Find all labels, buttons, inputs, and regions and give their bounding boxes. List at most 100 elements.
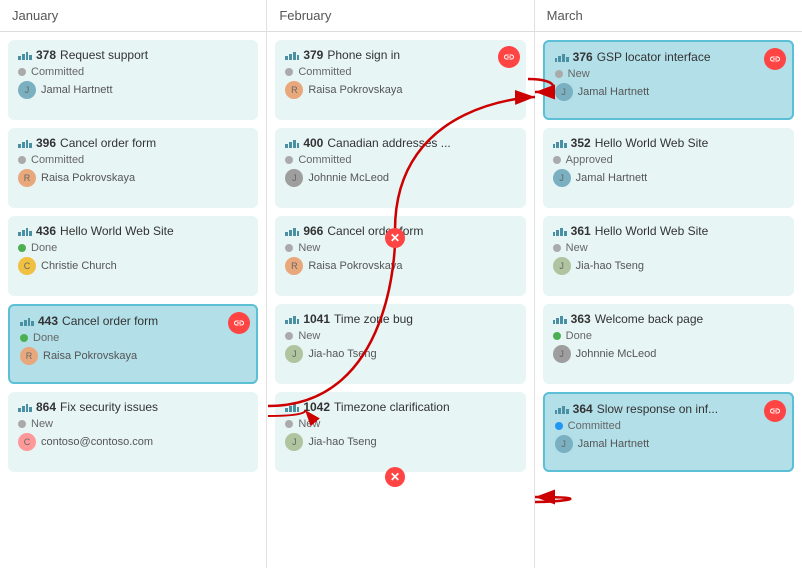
- card-title-row-363: 363Welcome back page: [553, 312, 784, 326]
- card-title-row-864: 864 Fix security issues: [18, 400, 248, 414]
- card-status: New: [18, 418, 248, 430]
- status-text: Done: [33, 332, 59, 344]
- card-user: CChristie Church: [18, 257, 248, 275]
- status-dot: [18, 156, 26, 164]
- link-badge[interactable]: [498, 46, 520, 68]
- card-status: New: [553, 242, 784, 254]
- bar-chart-icon: [18, 226, 32, 236]
- bar-chart-icon: [285, 50, 299, 60]
- card-title: Hello World Web Site: [595, 136, 709, 150]
- card-title: Timezone clarification: [334, 400, 450, 414]
- user-name: Raisa Pokrovskaya: [41, 172, 135, 184]
- card-436[interactable]: 436Hello World Web Site Done CChristie Chu…: [8, 216, 258, 296]
- cross-badge-1[interactable]: ✕: [385, 228, 405, 248]
- bar-chart-icon: [285, 314, 299, 324]
- card-966[interactable]: 966Cancel order formNewRRaisa Pokrovskay…: [275, 216, 525, 296]
- status-dot: [18, 68, 26, 76]
- card-title-row-361: 361 Hello World Web Site: [553, 224, 784, 238]
- link-badge[interactable]: [228, 312, 250, 334]
- card-id: 396: [36, 136, 56, 150]
- avatar: R: [285, 81, 303, 99]
- card-user: JJia-hao Tseng: [285, 345, 515, 363]
- column-january: January378Request supportCommittedJJamal…: [0, 0, 267, 568]
- status-dot: [553, 156, 561, 164]
- status-text: Committed: [31, 66, 84, 78]
- user-name: Jamal Hartnett: [578, 438, 650, 450]
- user-name: Jamal Hartnett: [41, 84, 113, 96]
- avatar: J: [553, 169, 571, 187]
- card-status: Committed: [285, 154, 515, 166]
- card-id: 352: [571, 136, 591, 150]
- status-text: New: [566, 242, 588, 254]
- card-user: JJamal Hartnett: [555, 83, 782, 101]
- card-title: Request support: [60, 48, 148, 62]
- status-dot: [553, 332, 561, 340]
- link-badge[interactable]: [764, 400, 786, 422]
- card-title: Cancel order form: [62, 314, 158, 328]
- status-text: Done: [31, 242, 57, 254]
- card-title-row-352: 352 Hello World Web Site: [553, 136, 784, 150]
- card-1042[interactable]: 1042Timezone clarificationNewJJia-hao Ts…: [275, 392, 525, 472]
- card-378[interactable]: 378Request supportCommittedJJamal Hartne…: [8, 40, 258, 120]
- avatar: J: [555, 83, 573, 101]
- card-user: JJohnnie McLeod: [553, 345, 784, 363]
- card-id: 864: [36, 400, 56, 414]
- cross-badge-2[interactable]: ✕: [385, 467, 405, 487]
- card-364[interactable]: 364 Slow response on inf... Committed JJama…: [543, 392, 794, 472]
- card-443[interactable]: 443Cancel order formDoneRRaisa Pokrovska…: [8, 304, 258, 384]
- card-title-row-436: 436Hello World Web Site: [18, 224, 248, 238]
- card-title: Cancel order form: [60, 136, 156, 150]
- status-text: Approved: [566, 154, 613, 166]
- card-id: 376: [573, 50, 593, 64]
- card-352[interactable]: 352 Hello World Web Site Approved J Jamal Ha…: [543, 128, 794, 208]
- card-user: Ccontoso@contoso.com: [18, 433, 248, 451]
- bar-chart-icon: [18, 402, 32, 412]
- card-title: Fix security issues: [60, 400, 158, 414]
- card-id: 361: [571, 224, 591, 238]
- user-name: Jamal Hartnett: [576, 172, 648, 184]
- card-400[interactable]: 400Canadian addresses ... Committed JJohnn…: [275, 128, 525, 208]
- card-363[interactable]: 363Welcome back pageDoneJJohnnie McLeod: [543, 304, 794, 384]
- user-name: Christie Church: [41, 260, 117, 272]
- card-title-row-400: 400Canadian addresses ...: [285, 136, 515, 150]
- card-376[interactable]: 376GSP locator interfaceNewJJamal Hartne…: [543, 40, 794, 120]
- card-title: Welcome back page: [595, 312, 704, 326]
- link-badge[interactable]: [764, 48, 786, 70]
- status-dot: [285, 68, 293, 76]
- card-id: 364: [573, 402, 593, 416]
- bar-chart-icon: [285, 138, 299, 148]
- user-name: Jia-hao Tseng: [308, 348, 376, 360]
- user-name: Raisa Pokrovskaya: [43, 350, 137, 362]
- card-379[interactable]: 379Phone sign in Committed R Raisa Pokrovsk…: [275, 40, 525, 120]
- cards-area-january: 378Request supportCommittedJJamal Hartne…: [0, 32, 266, 568]
- card-user: JJamal Hartnett: [555, 435, 782, 453]
- status-text: New: [298, 242, 320, 254]
- card-user: JJohnnie McLeod: [285, 169, 515, 187]
- avatar: J: [553, 257, 571, 275]
- card-user: R Raisa Pokrovskaya: [285, 81, 515, 99]
- user-name: Raisa Pokrovskaya: [308, 84, 402, 96]
- bar-chart-icon: [553, 138, 567, 148]
- card-status: Committed: [555, 420, 782, 432]
- card-status: Committed: [18, 66, 248, 78]
- card-864[interactable]: 864 Fix security issues New Ccontoso@contos…: [8, 392, 258, 472]
- card-396[interactable]: 396Cancel order formCommittedRRaisa Pokr…: [8, 128, 258, 208]
- status-dot: [553, 244, 561, 252]
- card-user: JJamal Hartnett: [18, 81, 248, 99]
- bar-chart-icon: [555, 52, 569, 62]
- avatar: C: [18, 433, 36, 451]
- bar-chart-icon: [555, 404, 569, 414]
- card-title: Hello World Web Site: [595, 224, 709, 238]
- bar-chart-icon: [18, 138, 32, 148]
- avatar: J: [553, 345, 571, 363]
- card-title-row-379: 379Phone sign in: [285, 48, 515, 62]
- card-1041[interactable]: 1041Time zone bugNewJJia-hao Tseng: [275, 304, 525, 384]
- card-status: Committed: [18, 154, 248, 166]
- card-361[interactable]: 361Hello World Web SiteNewJJia-hao Tseng: [543, 216, 794, 296]
- status-text: Committed: [298, 66, 351, 78]
- user-name: contoso@contoso.com: [41, 436, 153, 448]
- bar-chart-icon: [20, 316, 34, 326]
- status-dot: [18, 244, 26, 252]
- card-title: Hello World Web Site: [60, 224, 174, 238]
- card-title: Slow response on inf...: [597, 402, 718, 416]
